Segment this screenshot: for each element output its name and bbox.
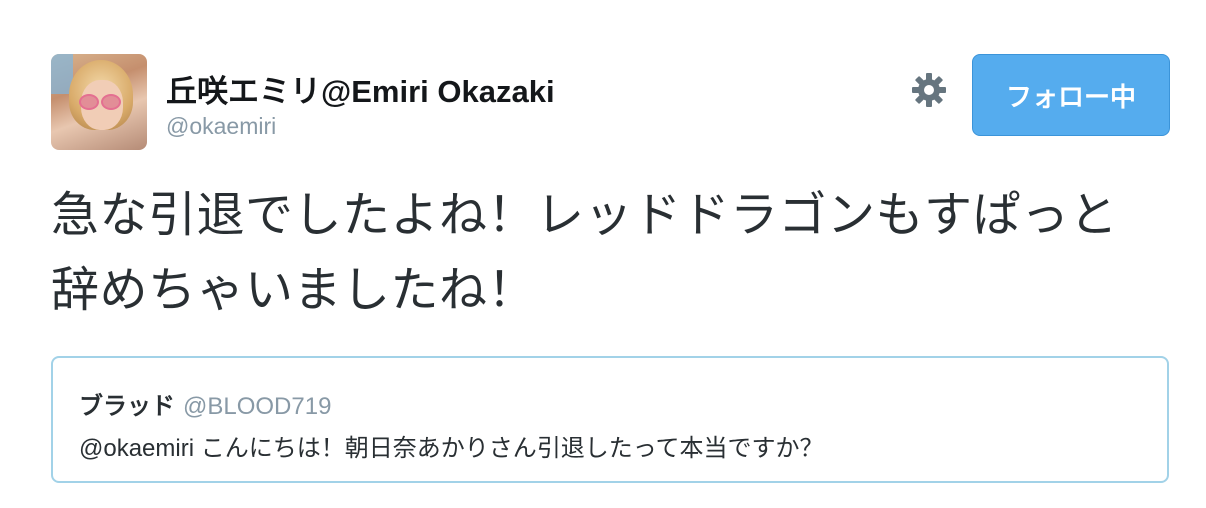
avatar-glasses-left [79, 94, 99, 110]
following-button[interactable]: フォロー中 [972, 54, 1170, 136]
quoted-author-handle[interactable]: @BLOOD719 [183, 393, 331, 420]
quoted-author-name[interactable]: ブラッド [79, 393, 175, 420]
quoted-tweet[interactable]: ブラッド @BLOOD719 @okaemiri こんにちは！朝日奈あかりさん引退… [51, 356, 1169, 483]
avatar[interactable] [51, 54, 147, 150]
gear-icon[interactable] [909, 70, 949, 110]
avatar-glasses-right [101, 94, 121, 110]
quoted-tweet-header: ブラッド @BLOOD719 [79, 386, 331, 421]
author-screen-name[interactable]: @okaemiri [166, 113, 276, 140]
embedded-tweet: 丘咲エミリ@Emiri Okazaki @okaemiri フォロー中 急な引退… [0, 0, 1206, 508]
quoted-tweet-text: @okaemiri こんにちは！朝日奈あかりさん引退したって本当ですか？ [79, 435, 824, 462]
author-display-name[interactable]: 丘咲エミリ@Emiri Okazaki [166, 66, 555, 111]
tweet-text: 急な引退でしたよね！レッドドラゴンもすぱっと辞めちゃいましたね！ [51, 189, 1119, 317]
gear-icon-svg [912, 73, 946, 107]
